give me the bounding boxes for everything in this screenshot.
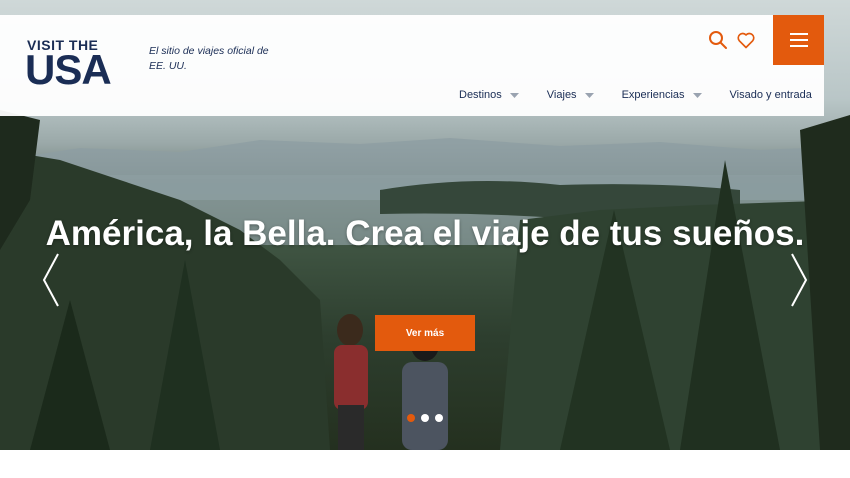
nav-item-destinos[interactable]: Destinos (459, 89, 519, 101)
nav-item-label: Destinos (459, 89, 502, 101)
slide-dot-2[interactable] (421, 414, 429, 422)
prev-slide-button[interactable] (42, 252, 60, 308)
nav-item-viajes[interactable]: Viajes (547, 89, 594, 101)
chevron-down-icon (692, 92, 702, 98)
slide-dot-1[interactable] (407, 414, 415, 422)
slide-indicators (407, 414, 449, 422)
heart-icon[interactable] (736, 30, 758, 52)
search-icon[interactable] (708, 30, 730, 52)
logo-bottom-text: USA (25, 46, 112, 93)
main-nav: Destinos Viajes Experiencias Visado y en… (459, 87, 812, 103)
nav-item-visado[interactable]: Visado y entrada (730, 89, 812, 101)
chevron-right-icon (791, 253, 808, 307)
menu-button[interactable] (773, 15, 824, 65)
chevron-down-icon (584, 92, 594, 98)
ver-mas-button[interactable]: Ver más (375, 315, 475, 351)
next-slide-button[interactable] (790, 252, 808, 308)
menu-icon (789, 33, 808, 47)
site-header: VISIT THE USA El sitio de viajes oficial… (0, 15, 824, 116)
slide-dot-3[interactable] (435, 414, 443, 422)
brand-logo[interactable]: VISIT THE USA (25, 37, 137, 97)
chevron-down-icon (509, 92, 519, 98)
nav-item-experiencias[interactable]: Experiencias (622, 89, 702, 101)
chevron-left-icon (42, 253, 59, 307)
nav-item-label: Experiencias (621, 89, 685, 101)
site-tagline: El sitio de viajes oficial de EE. UU. (149, 45, 269, 72)
nav-item-label: Viajes (546, 89, 577, 101)
nav-item-label: Visado y entrada (729, 89, 812, 101)
hero-headline: América, la Bella. Crea el viaje de tus … (45, 214, 805, 253)
